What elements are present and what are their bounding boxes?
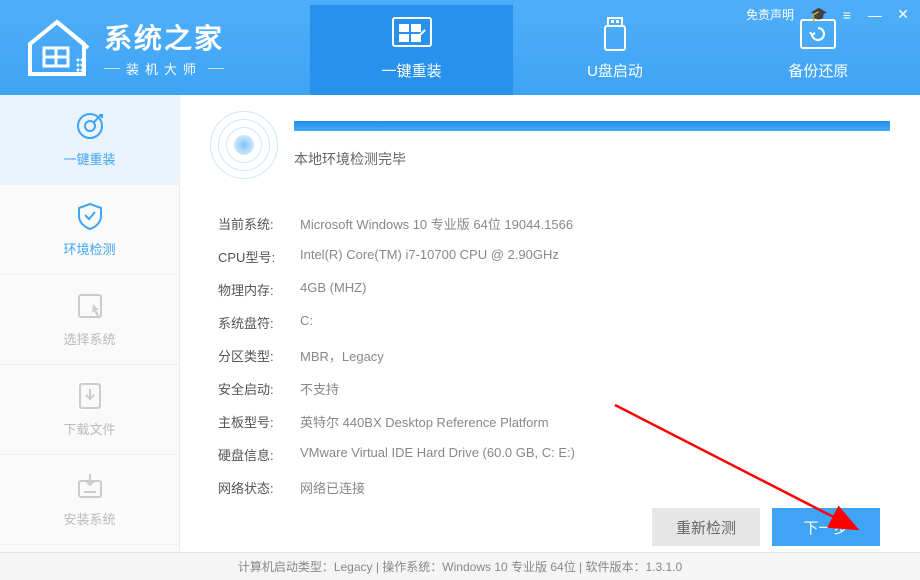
info-value: 英特尔 440BX Desktop Reference Platform — [300, 412, 549, 431]
info-label: 分区类型: — [218, 346, 300, 365]
info-row-disk: 硬盘信息:VMware Virtual IDE Hard Drive (60.0… — [210, 438, 890, 471]
info-value: 不支持 — [300, 379, 339, 398]
app-window: 系统之家 装机大师 一键重装 U盘启动 — [0, 0, 920, 580]
main-panel: 本地环境检测完毕 当前系统:Microsoft Windows 10 专业版 6… — [180, 95, 920, 552]
shield-icon — [75, 201, 105, 231]
info-value: 网络已连接 — [300, 478, 365, 497]
logo-subtitle: 装机大师 — [104, 59, 224, 78]
sidebar-item-env-check[interactable]: 环境检测 — [0, 185, 179, 275]
info-label: 系统盘符: — [218, 313, 300, 332]
minimize-icon[interactable]: — — [866, 7, 884, 23]
sidebar: 一键重装 环境检测 选择系统 — [0, 95, 180, 552]
tab-usb-boot[interactable]: U盘启动 — [513, 5, 716, 95]
graduation-icon[interactable]: 🎓 — [810, 6, 828, 23]
next-button[interactable]: 下一步 — [772, 508, 880, 546]
info-value: Intel(R) Core(TM) i7-10700 CPU @ 2.90GHz — [300, 247, 559, 266]
menu-icon[interactable]: ≡ — [838, 7, 856, 23]
header: 系统之家 装机大师 一键重装 U盘启动 — [0, 0, 920, 95]
info-value: 4GB (MHZ) — [300, 280, 366, 299]
info-value: MBR，Legacy — [300, 346, 384, 365]
close-icon[interactable]: ✕ — [894, 6, 912, 23]
house-logo-icon — [22, 18, 92, 78]
info-row-partition: 分区类型:MBR，Legacy — [210, 339, 890, 372]
progress-text: 本地环境检测完毕 — [294, 149, 890, 169]
info-value: VMware Virtual IDE Hard Drive (60.0 GB, … — [300, 445, 575, 464]
logo-area: 系统之家 装机大师 — [0, 0, 310, 95]
info-row-cpu: CPU型号:Intel(R) Core(TM) i7-10700 CPU @ 2… — [210, 240, 890, 273]
sidebar-item-label: 选择系统 — [63, 329, 115, 348]
sidebar-item-label: 环境检测 — [63, 239, 115, 258]
sidebar-item-label: 一键重装 — [63, 149, 115, 168]
sidebar-item-reinstall[interactable]: 一键重装 — [0, 95, 179, 185]
radar-icon — [210, 111, 278, 179]
disclaimer-link[interactable]: 免责声明 — [746, 6, 794, 23]
target-icon — [75, 111, 105, 141]
logo-text: 系统之家 装机大师 — [104, 17, 224, 78]
select-icon — [75, 291, 105, 321]
windows-icon — [391, 16, 433, 52]
info-label: CPU型号: — [218, 247, 300, 266]
sidebar-item-label: 下载文件 — [63, 419, 115, 438]
info-value: C: — [300, 313, 313, 332]
info-row-drive: 系统盘符:C: — [210, 306, 890, 339]
sidebar-item-download[interactable]: 下载文件 — [0, 365, 179, 455]
tab-label: 备份还原 — [788, 60, 848, 81]
logo-title: 系统之家 — [104, 17, 224, 57]
progress-col: 本地环境检测完毕 — [294, 121, 890, 169]
progress-bar — [294, 121, 890, 131]
info-label: 主板型号: — [218, 412, 300, 431]
footer-text: 计算机启动类型：Legacy | 操作系统：Windows 10 专业版 64位… — [238, 558, 682, 575]
info-label: 网络状态: — [218, 478, 300, 497]
progress-row: 本地环境检测完毕 — [210, 111, 890, 179]
info-row-secureboot: 安全启动:不支持 — [210, 372, 890, 405]
info-value: Microsoft Windows 10 专业版 64位 19044.1566 — [300, 214, 573, 233]
info-row-os: 当前系统:Microsoft Windows 10 专业版 64位 19044.… — [210, 207, 890, 240]
info-label: 当前系统: — [218, 214, 300, 233]
tab-reinstall[interactable]: 一键重装 — [310, 5, 513, 95]
info-row-network: 网络状态:网络已连接 — [210, 471, 890, 504]
info-label: 安全启动: — [218, 379, 300, 398]
info-row-motherboard: 主板型号:英特尔 440BX Desktop Reference Platfor… — [210, 405, 890, 438]
info-list: 当前系统:Microsoft Windows 10 专业版 64位 19044.… — [210, 207, 890, 504]
window-controls: 免责声明 🎓 ≡ — ✕ — [746, 6, 912, 23]
info-row-memory: 物理内存:4GB (MHZ) — [210, 273, 890, 306]
tab-label: U盘启动 — [587, 60, 643, 81]
info-label: 物理内存: — [218, 280, 300, 299]
footer: 计算机启动类型：Legacy | 操作系统：Windows 10 专业版 64位… — [0, 552, 920, 580]
retry-button[interactable]: 重新检测 — [652, 508, 760, 546]
sidebar-item-select-system[interactable]: 选择系统 — [0, 275, 179, 365]
download-icon — [75, 381, 105, 411]
info-label: 硬盘信息: — [218, 445, 300, 464]
sidebar-item-install[interactable]: 安装系统 — [0, 455, 179, 545]
sidebar-item-label: 安装系统 — [63, 509, 115, 528]
button-row: 重新检测 下一步 — [210, 504, 890, 554]
tab-label: 一键重装 — [382, 60, 442, 81]
usb-icon — [594, 16, 636, 52]
install-icon — [75, 471, 105, 501]
body: 一键重装 环境检测 选择系统 — [0, 95, 920, 552]
